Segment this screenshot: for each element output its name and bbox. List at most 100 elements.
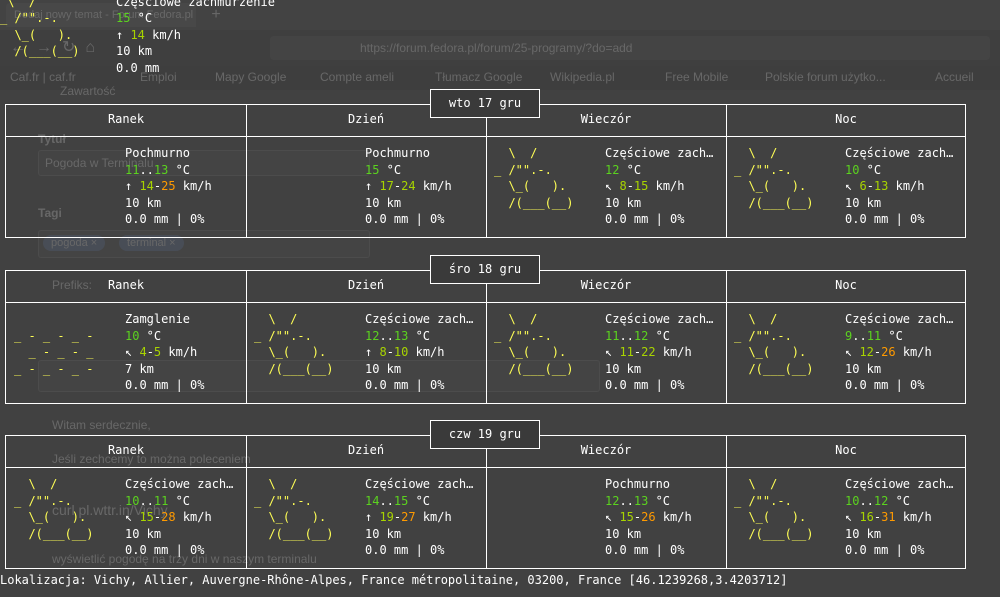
visibility-value: 10 km [605,361,642,376]
visibility-value: 10 km [125,526,162,541]
forecast-cell: \ / _ /"".-. \_( ). /(___(__) Częściowe za… [726,311,966,401]
ascii-art-line: /(___(__) [734,361,814,376]
ascii-art-line: \ / [734,312,778,326]
current-wind-value: 14 [130,28,145,42]
precipitation: 0.0 mm | 0% [365,377,444,394]
condition-text: Częściowe zach… [365,476,473,493]
temp-high: 13 [633,493,649,508]
precipitation: 0.0 mm | 0% [125,542,204,559]
precip-value: 0.0 mm | 0% [125,543,205,557]
ascii-art-line: \ / [254,312,298,326]
ascii-art-line: \_( ). [14,510,87,524]
ascii-art-line: \ / [734,477,778,491]
range-separator: .. [619,328,634,343]
period-header: Ranek [107,443,145,457]
temperature: 14..15 °C [365,493,430,510]
temp-high: 13 [393,328,409,343]
ascii-art-line: /(___(__) [734,195,814,210]
temp-high: 11 [866,328,882,343]
wind-low: 11 [619,345,634,359]
ascii-art-line: _ /"".-. [734,162,792,177]
wind-unit: km/h [161,345,198,359]
condition-text: Częściowe zach… [125,476,233,493]
condition-text: Częściowe zach… [845,476,953,493]
temp-unit: °C [648,493,671,508]
precipitation: 0.0 mm | 0% [845,542,924,559]
wind-unit: km/h [144,28,182,42]
condition-value: Pochmurno [605,477,671,491]
visibility: 10 km [605,361,641,378]
visibility: 10 km [845,526,881,543]
forecast-cell: _ - _ - _ - _ - _ - _ _ - _ - _ - Zamgleni… [6,311,246,401]
wind: ↖ 15-28 km/h [125,509,212,526]
wind: ↑ 14-25 km/h [125,178,212,195]
precipitation: 0.0 mm | 0% [605,377,684,394]
ascii-art-line: _ /"".-. [734,328,792,343]
visibility-value: 10 km [845,195,882,210]
wind-low: 15 [619,510,634,524]
ascii-art-line: \ / [494,146,538,160]
wind-arrow-icon: ↖ [605,510,620,524]
condition-value: Częściowe zach… [125,477,234,491]
range-separator: - [386,345,394,359]
condition-text: Częściowe zach… [845,145,953,162]
ascii-art-line: \ / [254,477,298,491]
wind: ↖ 15-26 km/h [605,509,692,526]
ascii-art-line: _ /"".-. [494,162,552,177]
precipitation: 0.0 mm | 0% [605,542,684,559]
ascii-art-line: /(___(__) [494,195,574,210]
wind-low: 8 [379,345,387,359]
ascii-art-line: \_( ). [494,345,567,359]
wind-high: 27 [401,510,416,524]
range-separator: .. [859,493,874,508]
temperature: 10..11 °C [125,493,190,510]
wind-unit: km/h [175,179,212,193]
forecast-cell: \ / _ /"".-. \_( ). /(___(__) Częściowe za… [246,311,486,401]
wind: ↖ 16-31 km/h [845,509,932,526]
precip-value: 0.0 mm | 0% [365,212,445,226]
precipitation: 0.0 mm | 0% [365,211,444,228]
visibility-value: 10 km [845,526,882,541]
temp-unit: °C [648,328,671,343]
temp-unit: °C [408,328,431,343]
range-separator: - [626,179,634,193]
visibility-value: 10 km [605,195,642,210]
precip-value: 0.0 mm | 0% [845,543,925,557]
precipitation: 0.0 mm | 0% [365,542,444,559]
range-separator: .. [139,493,154,508]
visibility: 10 km [845,195,881,212]
temp-low: 10 [125,328,140,343]
visibility-value: 10 km [845,361,882,376]
temp-high: 15 [393,493,409,508]
condition-text: Pochmurno [605,476,670,493]
visibility: 10 km [605,526,641,543]
temp-unit: °C [379,162,402,177]
forecast-cell: \ / _ /"".-. \_( ). /(___(__) Częściowe za… [246,476,486,566]
wind-high: 13 [873,179,889,193]
current-visibility: 10 km [116,44,153,58]
visibility-value: 10 km [365,361,402,376]
wind-low: 17 [379,179,394,193]
ascii-art-line: \_( ). [734,179,807,193]
wind-arrow-icon: ↖ [125,510,140,524]
wind-arrow-icon: ↖ [845,345,860,359]
ascii-art-line: _ /"".-. [734,493,792,508]
wind-low: 8 [619,179,627,193]
temperature: 9..11 °C [845,328,903,345]
wind-high: 25 [161,179,176,193]
wind-unit: km/h [895,345,932,359]
ascii-art-line: \ / [734,146,778,160]
wind-unit: km/h [648,179,685,193]
condition-value: Częściowe zach… [845,146,954,160]
day-date-label: czw 19 gru [430,420,540,449]
ascii-art-line: _ - _ - _ - [14,361,94,376]
ascii-art-line: \_( ). [254,510,327,524]
wind-arrow-icon: ↖ [125,345,140,359]
period-header: Noc [835,278,857,292]
condition-text: Pochmurno [365,145,430,162]
precip-value: 0.0 mm | 0% [605,212,685,226]
current-temp-value: 15 [116,11,131,25]
visibility: 7 km [125,361,154,378]
wind-high: 28 [161,510,176,524]
precip-value: 0.0 mm | 0% [845,212,925,226]
